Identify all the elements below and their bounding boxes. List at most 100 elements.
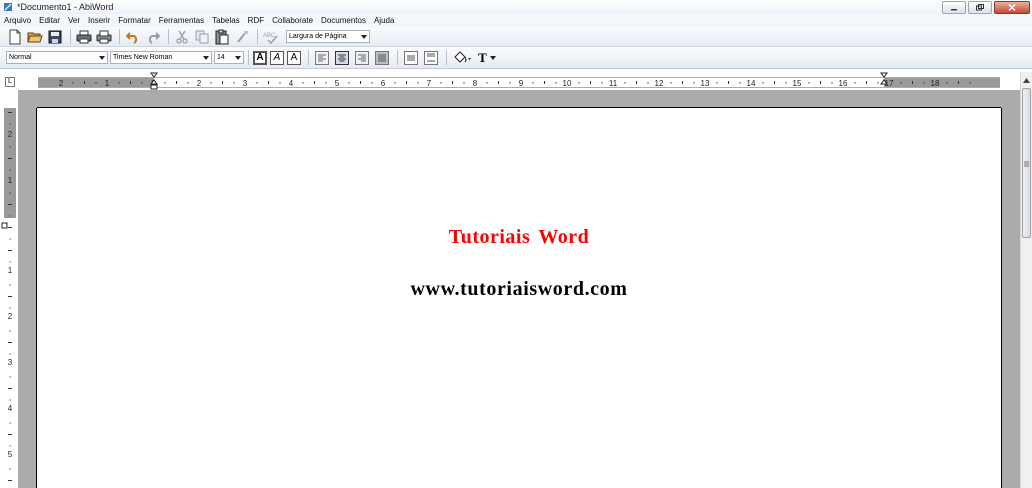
space-before-button[interactable] [402, 49, 420, 66]
align-justify-button[interactable] [373, 49, 391, 66]
horizontal-ruler[interactable]: 21123456789101112131415161718 [38, 77, 1000, 88]
paste-button[interactable] [213, 28, 231, 45]
ruler-tick [624, 82, 626, 84]
menu-editar[interactable]: Editar [35, 16, 64, 25]
font-select[interactable]: Times New Roman [110, 51, 212, 64]
menu-collaborate[interactable]: Collaborate [268, 16, 317, 25]
chevron-up-icon [1023, 77, 1030, 83]
minimize-button[interactable] [942, 1, 966, 14]
vruler-label-0: 2 [8, 130, 13, 139]
ruler-tick [774, 81, 775, 84]
toolbar-separator [168, 29, 169, 44]
print-icon [76, 30, 92, 43]
new-document-button[interactable] [6, 28, 24, 45]
ruler-label-11: 11 [609, 79, 618, 87]
title-bar: *Documento1 - AbiWord [0, 0, 1032, 14]
vertical-scrollbar[interactable] [1020, 72, 1032, 488]
save-button[interactable] [46, 28, 64, 45]
ruler-tick [820, 81, 821, 84]
italic-button[interactable]: A [270, 50, 284, 65]
ruler-tick [590, 81, 591, 84]
vruler-tick [9, 353, 11, 355]
vruler-tick [9, 261, 11, 263]
space-after-button[interactable] [422, 49, 440, 66]
ruler-tick [406, 81, 407, 84]
align-left-button[interactable] [313, 49, 331, 66]
ruler-tick [670, 82, 672, 84]
ruler-tick [417, 82, 419, 84]
ruler-tick [636, 81, 637, 84]
ruler-tick [118, 82, 120, 84]
vruler-tick [8, 296, 12, 297]
menu-arquivo[interactable]: Arquivo [0, 16, 35, 25]
document-page[interactable]: Tutoriais Word www.tutoriaisword.com [37, 108, 1001, 488]
menu-rdf[interactable]: RDF [244, 16, 268, 25]
toolbar-separator [70, 29, 71, 44]
scroll-thumb[interactable] [1022, 88, 1031, 238]
undo-button[interactable] [124, 28, 142, 45]
horizontal-ruler-area: L 21123456789101112131415161718 [0, 72, 1032, 90]
ruler-label-16: 16 [839, 79, 848, 87]
print-preview-button[interactable] [95, 28, 113, 45]
cut-button[interactable] [173, 28, 191, 45]
align-right-button[interactable] [353, 49, 371, 66]
vruler-tick [8, 342, 12, 343]
bold-button[interactable]: A [253, 50, 267, 65]
format-painter-button[interactable] [233, 28, 251, 45]
close-button[interactable] [994, 1, 1030, 14]
print-button[interactable] [75, 28, 93, 45]
vruler-tick [8, 158, 12, 159]
menu-inserir[interactable]: Inserir [84, 16, 114, 25]
restore-button[interactable] [968, 1, 992, 14]
toolbar-separator [257, 29, 258, 44]
vruler-tick [9, 169, 11, 171]
text-color-button[interactable]: T [475, 49, 499, 66]
font-size-select[interactable]: 14 [214, 51, 244, 64]
ruler-tick [854, 82, 856, 84]
standard-toolbar: ABC Largura de Página [0, 27, 1032, 47]
spellcheck-button[interactable]: ABC [262, 28, 280, 45]
copy-button[interactable] [193, 28, 211, 45]
redo-button[interactable] [144, 28, 162, 45]
ruler-label-9: 9 [519, 79, 524, 87]
highlight-button[interactable] [451, 49, 473, 66]
vruler-tick [9, 284, 11, 286]
style-select[interactable]: Normal [6, 51, 108, 64]
menu-ajuda[interactable]: Ajuda [370, 16, 398, 25]
top-margin-marker[interactable] [1, 222, 9, 230]
menu-ferramentas[interactable]: Ferramentas [155, 16, 208, 25]
left-indent-marker[interactable] [150, 72, 158, 90]
vertical-ruler[interactable]: 2 1 1 2 3 4 5 [4, 108, 16, 488]
ruler-tick [268, 81, 269, 84]
ruler-tick [314, 81, 315, 84]
ruler-tick [728, 81, 729, 84]
style-select-value: Normal [9, 54, 32, 61]
menu-ver[interactable]: Ver [64, 16, 84, 25]
tab-type-selector[interactable]: L [5, 77, 15, 87]
right-indent-marker[interactable] [880, 72, 888, 90]
align-justify-icon [375, 50, 389, 65]
document-url-text[interactable]: www.tutoriaisword.com [37, 278, 1001, 301]
menu-formatar[interactable]: Formatar [114, 16, 154, 25]
scroll-up-button[interactable] [1022, 74, 1031, 86]
ruler-tick [601, 82, 603, 84]
chevron-down-icon [489, 55, 496, 60]
ruler-label-6: 6 [381, 79, 386, 87]
zoom-select[interactable]: Largura de Página [286, 30, 370, 43]
italic-glyph: A [273, 52, 281, 63]
ruler-tick [187, 82, 189, 84]
menu-documentos[interactable]: Documentos [317, 16, 370, 25]
underline-button[interactable]: A [287, 50, 301, 65]
document-heading-text[interactable]: Tutoriais Word [37, 226, 1001, 249]
align-center-button[interactable] [333, 49, 351, 66]
toolbar-separator [308, 50, 309, 65]
ruler-tick [762, 82, 764, 84]
menu-tabelas[interactable]: Tabelas [208, 16, 244, 25]
open-button[interactable] [26, 28, 44, 45]
scissors-icon [176, 30, 188, 44]
vruler-tick [8, 112, 12, 113]
ruler-tick [946, 82, 948, 84]
ruler-tick [532, 82, 534, 84]
ruler-label-8: 8 [473, 79, 478, 87]
open-folder-icon [27, 32, 43, 42]
